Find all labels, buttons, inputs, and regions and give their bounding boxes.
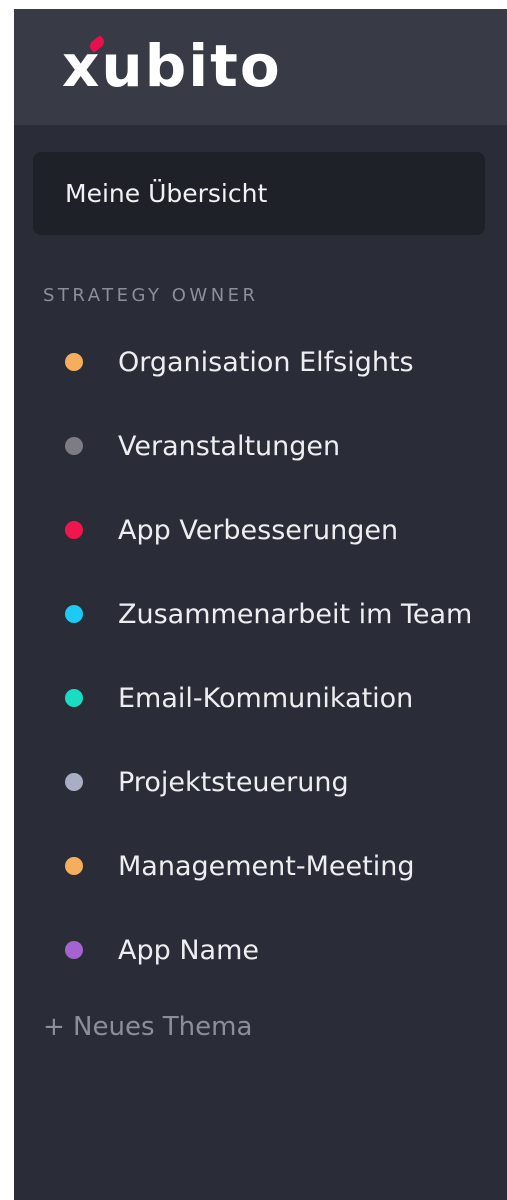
brand-header: xubito [14, 9, 507, 125]
new-topic-button[interactable]: + Neues Thema [43, 1012, 252, 1042]
topic-label: Management-Meeting [118, 850, 415, 882]
topic-label: Veranstaltungen [118, 430, 341, 462]
topic-color-dot [65, 773, 83, 791]
topic-list: Organisation Elfsights Veranstaltungen A… [14, 320, 507, 992]
topic-color-dot [65, 521, 83, 539]
topic-item[interactable]: Zusammenarbeit im Team [14, 572, 507, 656]
topic-item[interactable]: App Name [14, 908, 507, 992]
topic-color-dot [65, 689, 83, 707]
logo[interactable]: xubito [62, 29, 282, 103]
topic-label: Organisation Elfsights [118, 346, 414, 378]
topic-label: Projektsteuerung [118, 766, 349, 798]
my-overview-button[interactable]: Meine Übersicht [33, 152, 485, 235]
topic-color-dot [65, 857, 83, 875]
topic-item[interactable]: Organisation Elfsights [14, 320, 507, 404]
topic-color-dot [65, 941, 83, 959]
topic-item[interactable]: Email-Kommunikation [14, 656, 507, 740]
topic-label: App Name [118, 934, 259, 966]
topic-label: App Verbesserungen [118, 514, 399, 546]
sidebar: xubito Meine Übersicht STRATEGY OWNER Or… [14, 9, 507, 1200]
topic-color-dot [65, 353, 83, 371]
topic-label: Email-Kommunikation [118, 682, 414, 714]
topic-item[interactable]: Projektsteuerung [14, 740, 507, 824]
topic-color-dot [65, 605, 83, 623]
topic-item[interactable]: Veranstaltungen [14, 404, 507, 488]
topic-color-dot [65, 437, 83, 455]
my-overview-label: Meine Übersicht [65, 179, 268, 208]
topic-item[interactable]: Management-Meeting [14, 824, 507, 908]
topic-item[interactable]: App Verbesserungen [14, 488, 507, 572]
section-heading-strategy-owner: STRATEGY OWNER [43, 285, 259, 306]
topic-label: Zusammenarbeit im Team [118, 598, 473, 630]
